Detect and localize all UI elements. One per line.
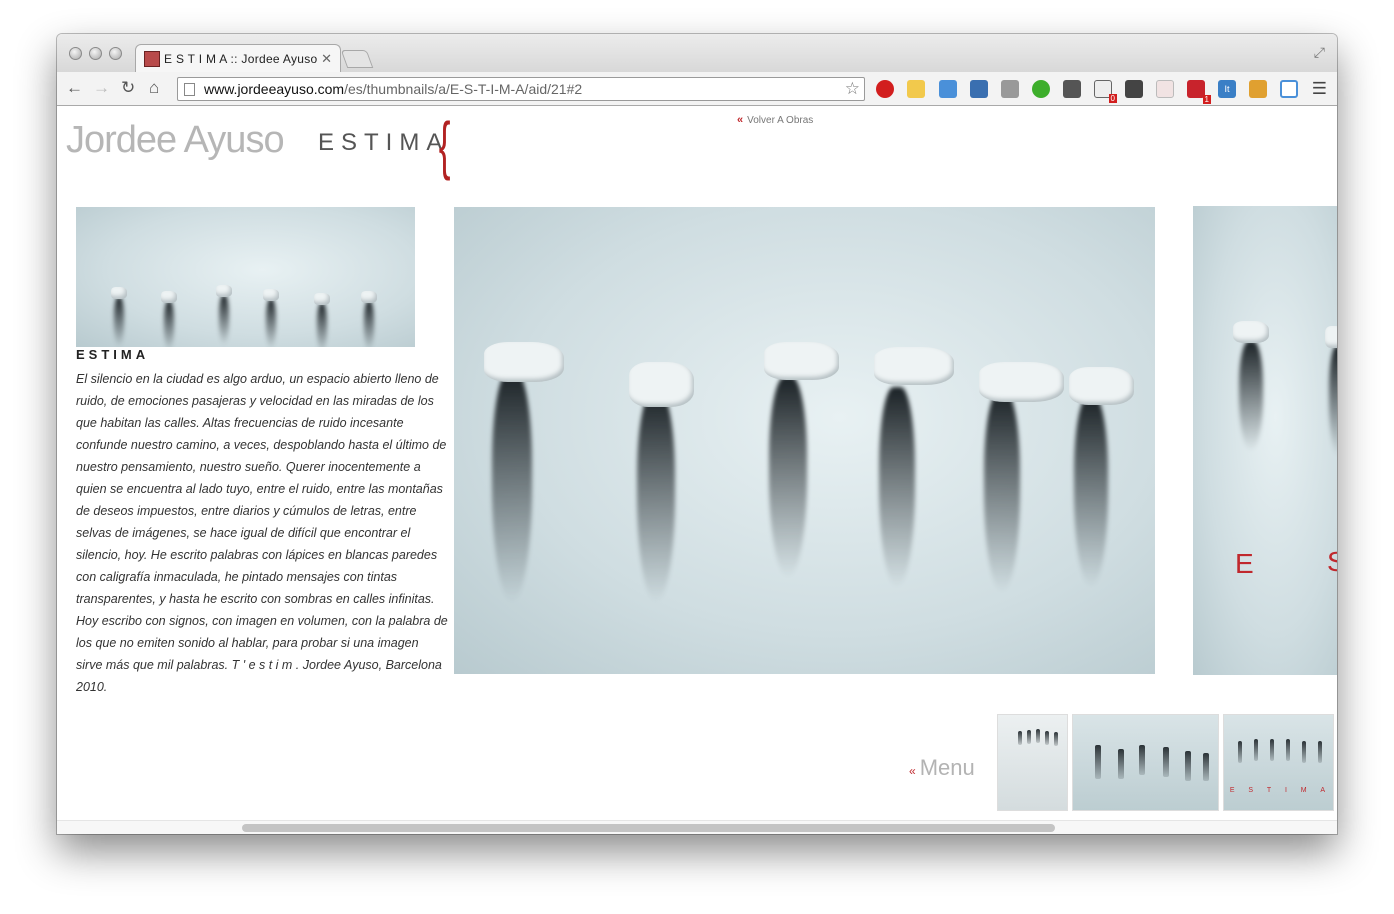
gmail-checker-icon[interactable] [1001,80,1019,98]
spotify-icon[interactable] [1032,80,1050,98]
it-extension-icon[interactable]: It [1218,80,1236,98]
double-chevron-left-icon: « [909,764,916,778]
forward-icon[interactable]: → [93,78,110,98]
notifier-icon[interactable]: 0 [1094,80,1117,103]
menu-link-label: Menu [919,755,975,780]
extension-folder-icon[interactable] [907,80,925,98]
horizontal-scrollbar[interactable] [57,820,1337,834]
artwork-description: ESTIMA El silencio en la ciudad es algo … [76,347,448,698]
menu-icon[interactable]: ☰ [1312,79,1327,99]
back-to-works-link[interactable]: « Volver A Obras [737,114,813,126]
translate-icon[interactable] [939,80,957,98]
tab-title: E S T I M A :: Jordee Ayuso :: [164,51,318,66]
section-title: ESTIMA [318,129,450,156]
side-letter: E [1235,548,1254,579]
phone-icon[interactable] [1063,80,1081,98]
tab-close-icon[interactable]: ✕ [321,51,332,67]
badge-count: 0 [1108,94,1117,103]
browser-window: E S T I M A :: Jordee Ayuso :: ✕ ⤢ ← → ↻… [57,34,1337,834]
page-viewport: Jordee Ayuso ESTIMA { « Volver A Obras E… [57,107,1337,834]
reload-icon[interactable]: ↻ [121,78,135,98]
site-favicon-icon [144,50,160,67]
zoom-window-icon[interactable] [109,47,122,60]
artwork-image-next[interactable]: E S [1193,206,1337,675]
fullscreen-icon[interactable]: ⤢ [1314,44,1325,61]
side-letter: S [1327,546,1337,577]
thumbnail-letters: E S T I M A [1229,787,1328,794]
artwork-description-text: El silencio en la ciudad es algo arduo, … [76,372,448,694]
url-text[interactable]: www.jordeeayuso.com/es/thumbnails/a/E-S-… [204,81,582,97]
browser-toolbar: ← → ↻ ⌂ www.jordeeayuso.com/es/thumbnail… [57,72,1337,106]
adblock-icon[interactable] [876,80,894,98]
double-chevron-left-icon: « [737,114,744,126]
page-icon [184,82,195,96]
title-bar: E S T I M A :: Jordee Ayuso :: ✕ ⤢ [57,34,1337,72]
new-tab-button[interactable] [340,50,374,68]
gmail-icon[interactable]: 1 [1187,80,1211,104]
bookmark-star-icon[interactable]: ☆ [845,79,860,99]
thumbnail-1[interactable] [997,714,1068,811]
close-window-icon[interactable] [69,47,82,60]
feed-icon[interactable] [1249,80,1267,98]
gmail-badge: 1 [1202,95,1211,104]
screen-capture-icon[interactable] [970,80,988,98]
evernote-icon[interactable] [1125,80,1143,98]
address-bar[interactable]: www.jordeeayuso.com/es/thumbnails/a/E-S-… [177,77,865,101]
browser-tab[interactable]: E S T I M A :: Jordee Ayuso :: ✕ [135,44,341,72]
artwork-title: ESTIMA [76,347,150,362]
back-link-label: Volver A Obras [747,114,814,126]
artwork-image-main[interactable] [454,207,1155,674]
minimize-window-icon[interactable] [89,47,102,60]
menu-link[interactable]: « Menu [909,755,975,781]
thumbnail-2[interactable] [1072,714,1219,811]
scrollbar-thumb[interactable] [242,824,1055,832]
mail-icon[interactable] [1156,80,1174,98]
artwork-image-small[interactable] [76,207,415,347]
thumbnail-3[interactable]: E S T I M A [1223,714,1334,811]
screen-icon[interactable] [1280,80,1298,98]
brace-decoration: { [438,109,451,181]
back-icon[interactable]: ← [66,78,83,98]
site-logo[interactable]: Jordee Ayuso [66,119,285,162]
home-icon[interactable]: ⌂ [149,78,159,98]
